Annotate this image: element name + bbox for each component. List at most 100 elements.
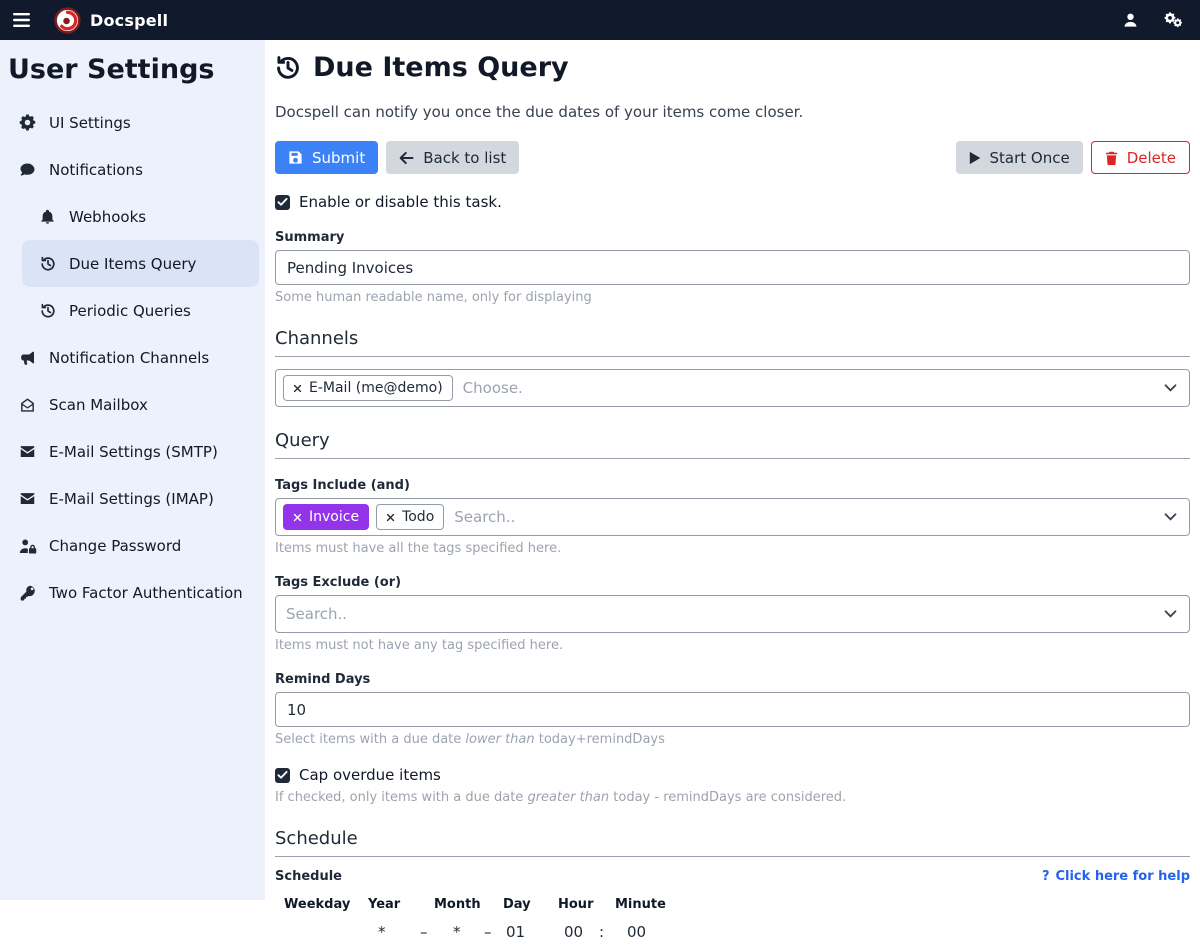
sidebar-item-label: Due Items Query — [69, 255, 196, 273]
chevron-down-icon[interactable] — [1164, 513, 1177, 521]
tags-include-select[interactable]: Invoice Todo Search.. — [275, 498, 1190, 536]
trash-icon — [1105, 151, 1118, 165]
channels-placeholder: Choose. — [463, 379, 523, 397]
sidebar-item-notification-channels[interactable]: Notification Channels — [0, 334, 265, 381]
schedule-label-row: Schedule ? Click here for help — [275, 869, 1190, 884]
hamburger-icon — [13, 13, 30, 27]
schedule-heading: Schedule — [275, 828, 1190, 857]
remind-days-help: Select items with a due date lower than … — [275, 732, 1190, 747]
summary-input[interactable] — [275, 250, 1190, 285]
enable-task-checkbox[interactable] — [275, 195, 290, 210]
save-icon — [288, 150, 303, 165]
chevron-down-icon[interactable] — [1164, 610, 1177, 618]
delete-label: Delete — [1127, 149, 1176, 167]
main-content: Due Items Query Docspell can notify you … — [265, 40, 1200, 900]
user-lock-icon — [18, 538, 37, 554]
chevron-down-icon[interactable] — [1164, 384, 1177, 392]
schedule-day-value[interactable]: 01 — [506, 923, 525, 941]
docspell-logo-icon — [54, 7, 81, 34]
sidebar-item-label: UI Settings — [49, 114, 131, 132]
summary-field: Summary Some human readable name, only f… — [275, 230, 1190, 305]
remove-chip-icon[interactable] — [293, 513, 302, 522]
sidebar-item-label: Periodic Queries — [69, 302, 191, 320]
schedule-label: Schedule — [275, 869, 342, 884]
tags-exclude-field: Tags Exclude (or) Search.. Items must no… — [275, 575, 1190, 653]
schedule-col-weekday: Weekday — [284, 897, 350, 912]
envelope-open-icon — [18, 397, 37, 413]
remove-chip-icon[interactable] — [386, 513, 395, 522]
envelope-icon — [18, 492, 37, 505]
menu-button[interactable] — [0, 13, 42, 27]
channel-chip-label: E-Mail (me@demo) — [309, 380, 443, 396]
tag-chip-label: Todo — [402, 509, 434, 525]
tags-include-help: Items must have all the tags specified h… — [275, 541, 1190, 556]
schedule-hour-value[interactable]: 00 — [564, 923, 583, 941]
tag-chip-invoice[interactable]: Invoice — [283, 504, 369, 530]
start-once-label: Start Once — [990, 149, 1070, 167]
channels-select[interactable]: E-Mail (me@demo) Choose. — [275, 369, 1190, 407]
sidebar-item-change-password[interactable]: Change Password — [0, 522, 265, 569]
sidebar-item-webhooks[interactable]: Webhooks — [0, 193, 265, 240]
remind-days-input[interactable] — [275, 692, 1190, 727]
sidebar-item-scan-mailbox[interactable]: Scan Mailbox — [0, 381, 265, 428]
topbar: Docspell — [0, 0, 1200, 40]
remove-chip-icon[interactable] — [293, 384, 302, 393]
action-bar: Submit Back to list Start Once Delete — [275, 141, 1190, 174]
sidebar: User Settings UI Settings Notifications … — [0, 40, 265, 900]
section-title: Due Items Query — [313, 52, 569, 83]
bullhorn-icon — [18, 350, 37, 366]
schedule-colon: : — [599, 923, 604, 941]
start-once-button[interactable]: Start Once — [956, 141, 1083, 174]
enable-task-row: Enable or disable this task. — [275, 193, 1190, 211]
envelope-icon — [18, 445, 37, 458]
remind-days-label: Remind Days — [275, 672, 1190, 687]
schedule-col-hour: Hour — [558, 897, 593, 912]
sidebar-item-ui-settings[interactable]: UI Settings — [0, 99, 265, 146]
sidebar-item-periodic-queries[interactable]: Periodic Queries — [0, 287, 265, 334]
schedule-minute-value[interactable]: 00 — [627, 923, 646, 941]
clock-history-icon — [38, 303, 57, 319]
play-icon — [969, 151, 981, 165]
schedule-month-value[interactable]: * — [453, 923, 461, 941]
tags-exclude-label: Tags Exclude (or) — [275, 575, 1190, 590]
sidebar-item-due-items-query[interactable]: Due Items Query — [22, 240, 259, 287]
app-brand[interactable]: Docspell — [54, 7, 168, 34]
schedule-col-minute: Minute — [615, 897, 666, 912]
cap-overdue-row: Cap overdue items — [275, 766, 1190, 784]
settings-gears-icon[interactable] — [1164, 12, 1184, 28]
arrow-left-icon — [399, 151, 414, 165]
summary-help: Some human readable name, only for displ… — [275, 290, 1190, 305]
tag-chip-todo[interactable]: Todo — [376, 504, 444, 530]
schedule-values: * – * – 01 00 : 00 — [275, 923, 1190, 947]
schedule-year-value[interactable]: * — [378, 923, 386, 941]
submit-button[interactable]: Submit — [275, 141, 378, 174]
sidebar-item-notifications[interactable]: Notifications — [0, 146, 265, 193]
channels-heading: Channels — [275, 328, 1190, 357]
delete-button[interactable]: Delete — [1091, 141, 1190, 174]
sidebar-item-label: Webhooks — [69, 208, 146, 226]
sidebar-item-email-settings-smtp[interactable]: E-Mail Settings (SMTP) — [0, 428, 265, 475]
cap-overdue-checkbox[interactable] — [275, 768, 290, 783]
sidebar-item-label: Notification Channels — [49, 349, 209, 367]
schedule-col-year: Year — [368, 897, 400, 912]
channel-chip[interactable]: E-Mail (me@demo) — [283, 375, 453, 401]
tags-exclude-select[interactable]: Search.. — [275, 595, 1190, 633]
clock-history-icon — [38, 256, 57, 272]
schedule-help-link[interactable]: ? Click here for help — [1042, 869, 1190, 884]
question-icon: ? — [1042, 869, 1050, 884]
check-icon — [277, 770, 288, 780]
back-to-list-button[interactable]: Back to list — [386, 141, 519, 174]
sidebar-item-label: Notifications — [49, 161, 143, 179]
tag-chip-label: Invoice — [309, 509, 359, 525]
sidebar-item-email-settings-imap[interactable]: E-Mail Settings (IMAP) — [0, 475, 265, 522]
enable-task-label: Enable or disable this task. — [299, 193, 502, 211]
submit-label: Submit — [312, 149, 365, 167]
user-icon[interactable] — [1123, 12, 1138, 28]
query-heading: Query — [275, 430, 1190, 459]
sidebar-item-label: E-Mail Settings (IMAP) — [49, 490, 214, 508]
cap-overdue-label: Cap overdue items — [299, 766, 441, 784]
gear-icon — [18, 114, 37, 131]
sidebar-item-two-factor-auth[interactable]: Two Factor Authentication — [0, 569, 265, 616]
clock-history-icon — [275, 55, 301, 81]
tags-exclude-placeholder: Search.. — [286, 605, 347, 623]
